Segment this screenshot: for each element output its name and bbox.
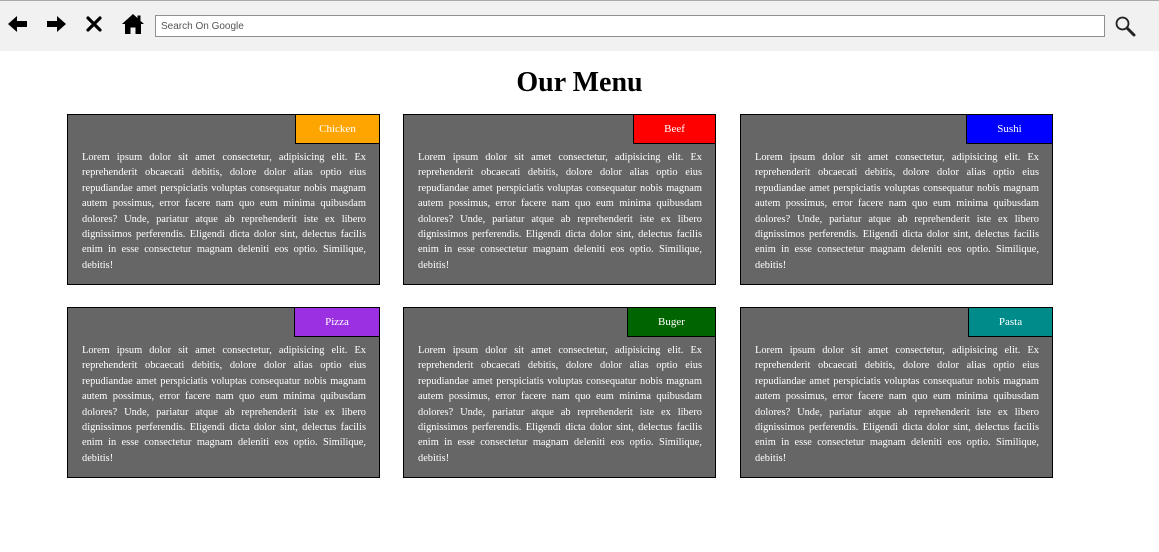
forward-arrow-icon[interactable]: [43, 11, 69, 37]
search-input[interactable]: [155, 15, 1105, 37]
menu-card-tag[interactable]: Pasta: [968, 308, 1052, 337]
menu-card-sushi: Sushi Lorem ipsum dolor sit amet consecte…: [740, 114, 1053, 285]
search-icon[interactable]: [1112, 13, 1138, 39]
menu-card-buger: Buger Lorem ipsum dolor sit amet consecte…: [403, 307, 716, 478]
menu-card-description: Lorem ipsum dolor sit amet consectetur, …: [418, 345, 702, 464]
close-icon[interactable]: [81, 11, 107, 37]
menu-card-beef: Beef Lorem ipsum dolor sit amet consectet…: [403, 114, 716, 285]
menu-card-tag[interactable]: Chicken: [295, 115, 379, 144]
menu-card-description: Lorem ipsum dolor sit amet consectetur, …: [755, 345, 1039, 464]
menu-card-description: Lorem ipsum dolor sit amet consectetur, …: [82, 345, 366, 464]
menu-card-tag[interactable]: Buger: [627, 308, 715, 337]
menu-card-tag[interactable]: Pizza: [294, 308, 379, 337]
menu-card-pasta: Pasta Lorem ipsum dolor sit amet consecte…: [740, 307, 1053, 478]
browser-toolbar: [0, 0, 1159, 51]
menu-card-tag[interactable]: Beef: [633, 115, 715, 144]
page-title: Our Menu: [516, 67, 643, 98]
menu-card-description: Lorem ipsum dolor sit amet consectetur, …: [418, 152, 702, 271]
menu-card-chicken: Chicken Lorem ipsum dolor sit amet consec…: [67, 114, 380, 285]
menu-card-description: Lorem ipsum dolor sit amet consectetur, …: [755, 152, 1039, 271]
menu-card-tag[interactable]: Sushi: [966, 115, 1052, 144]
home-icon[interactable]: [120, 11, 146, 37]
menu-card-description: Lorem ipsum dolor sit amet consectetur, …: [82, 152, 366, 271]
menu-card-pizza: Pizza Lorem ipsum dolor sit amet consecte…: [67, 307, 380, 478]
back-arrow-icon[interactable]: [5, 11, 31, 37]
